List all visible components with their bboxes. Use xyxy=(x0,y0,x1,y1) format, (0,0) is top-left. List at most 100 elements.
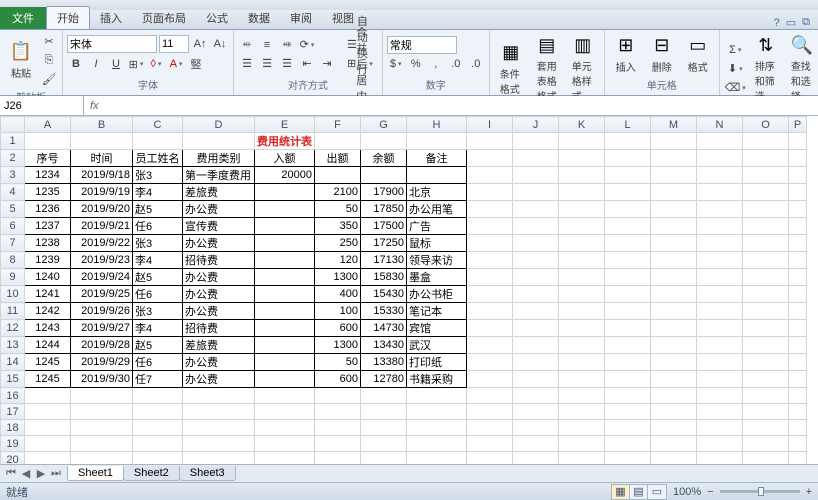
cell[interactable] xyxy=(559,354,605,371)
col-header[interactable]: C xyxy=(133,117,183,133)
cell[interactable] xyxy=(697,452,743,465)
cell[interactable] xyxy=(789,452,807,465)
cell[interactable] xyxy=(651,354,697,371)
cell[interactable] xyxy=(315,452,361,465)
cell[interactable] xyxy=(467,371,513,388)
cell[interactable]: 任6 xyxy=(133,218,183,235)
cell[interactable] xyxy=(697,286,743,303)
cell[interactable] xyxy=(605,320,651,337)
row-header[interactable]: 14 xyxy=(1,354,25,371)
cell[interactable] xyxy=(467,201,513,218)
cell[interactable]: 张3 xyxy=(133,303,183,320)
cell[interactable] xyxy=(559,167,605,184)
increase-font-button[interactable]: A↑ xyxy=(191,35,209,53)
cell[interactable] xyxy=(467,354,513,371)
tab-review[interactable]: 审阅 xyxy=(280,7,322,29)
cell[interactable]: 办公书柜 xyxy=(407,286,467,303)
cell[interactable] xyxy=(697,235,743,252)
cell[interactable]: 2019/9/21 xyxy=(71,218,133,235)
cell[interactable]: 1239 xyxy=(25,252,71,269)
cell[interactable] xyxy=(697,436,743,452)
cell[interactable] xyxy=(361,404,407,420)
cell[interactable] xyxy=(513,184,559,201)
cell[interactable] xyxy=(361,133,407,150)
cell[interactable] xyxy=(651,303,697,320)
cell[interactable]: 15830 xyxy=(361,269,407,286)
row-header[interactable]: 20 xyxy=(1,452,25,465)
view-pagebreak[interactable]: ▭ xyxy=(648,485,666,499)
cell[interactable] xyxy=(315,167,361,184)
cell[interactable]: 打印纸 xyxy=(407,354,467,371)
tab-home[interactable]: 开始 xyxy=(46,6,90,29)
row-header[interactable]: 6 xyxy=(1,218,25,235)
cell[interactable]: 1245 xyxy=(25,354,71,371)
fill-button[interactable]: ⬇ xyxy=(724,60,747,78)
cell[interactable] xyxy=(513,252,559,269)
cell[interactable]: 2019/9/22 xyxy=(71,235,133,252)
cell[interactable] xyxy=(133,452,183,465)
cell[interactable] xyxy=(651,286,697,303)
row-header[interactable]: 17 xyxy=(1,404,25,420)
percent-button[interactable]: % xyxy=(407,55,425,73)
cell[interactable]: 出额 xyxy=(315,150,361,167)
cell[interactable]: 1241 xyxy=(25,286,71,303)
cell[interactable] xyxy=(559,133,605,150)
cell[interactable]: 办公费 xyxy=(183,235,255,252)
cell[interactable] xyxy=(513,371,559,388)
formula-input[interactable] xyxy=(105,96,818,115)
col-header[interactable]: I xyxy=(467,117,513,133)
sheet-nav-next[interactable]: ▶ xyxy=(34,467,48,480)
orientation-button[interactable]: ⟳ xyxy=(298,36,316,54)
cell[interactable] xyxy=(513,218,559,235)
cell[interactable] xyxy=(467,404,513,420)
cell[interactable] xyxy=(559,252,605,269)
cell[interactable] xyxy=(559,420,605,436)
format-painter-button[interactable]: 🖌 xyxy=(40,70,58,88)
cell[interactable] xyxy=(133,420,183,436)
cell[interactable] xyxy=(789,133,807,150)
col-header[interactable]: G xyxy=(361,117,407,133)
cell[interactable]: 余额 xyxy=(361,150,407,167)
align-top-button[interactable]: ⬴ xyxy=(238,36,256,54)
cell[interactable] xyxy=(743,320,789,337)
cell[interactable]: 李4 xyxy=(133,184,183,201)
comma-button[interactable]: , xyxy=(427,55,445,73)
cell[interactable] xyxy=(697,371,743,388)
cell[interactable] xyxy=(605,201,651,218)
cell[interactable]: 赵5 xyxy=(133,201,183,218)
cell[interactable]: 2019/9/30 xyxy=(71,371,133,388)
min-ribbon-icon[interactable]: ▭ xyxy=(786,16,796,29)
row-header[interactable]: 3 xyxy=(1,167,25,184)
cell[interactable] xyxy=(697,388,743,404)
tab-file[interactable]: 文件 xyxy=(0,7,46,29)
cell[interactable] xyxy=(255,286,315,303)
cell[interactable]: 差旅费 xyxy=(183,184,255,201)
cell[interactable] xyxy=(513,269,559,286)
cell[interactable] xyxy=(651,320,697,337)
cell[interactable] xyxy=(25,404,71,420)
cell[interactable] xyxy=(559,452,605,465)
merge-center-button[interactable]: ⊞ 合并后居中 xyxy=(342,55,378,73)
autosum-button[interactable]: Σ xyxy=(724,41,747,59)
help-icon[interactable]: ? xyxy=(774,17,780,29)
cell[interactable] xyxy=(513,436,559,452)
cell[interactable] xyxy=(605,167,651,184)
row-header[interactable]: 10 xyxy=(1,286,25,303)
cell[interactable] xyxy=(789,286,807,303)
cell[interactable] xyxy=(467,218,513,235)
row-header[interactable]: 13 xyxy=(1,337,25,354)
currency-button[interactable]: $ xyxy=(387,55,405,73)
zoom-out[interactable]: − xyxy=(707,486,713,498)
cell[interactable]: 13380 xyxy=(361,354,407,371)
cell[interactable]: 2019/9/24 xyxy=(71,269,133,286)
cell[interactable] xyxy=(789,150,807,167)
sheet-tab-3[interactable]: Sheet3 xyxy=(179,466,236,481)
sheet-nav-prev[interactable]: ◀ xyxy=(19,467,33,480)
col-header[interactable]: L xyxy=(605,117,651,133)
cell[interactable] xyxy=(605,303,651,320)
cell[interactable] xyxy=(183,420,255,436)
row-header[interactable]: 5 xyxy=(1,201,25,218)
cell[interactable] xyxy=(513,388,559,404)
cell[interactable]: 14730 xyxy=(361,320,407,337)
col-header[interactable]: D xyxy=(183,117,255,133)
